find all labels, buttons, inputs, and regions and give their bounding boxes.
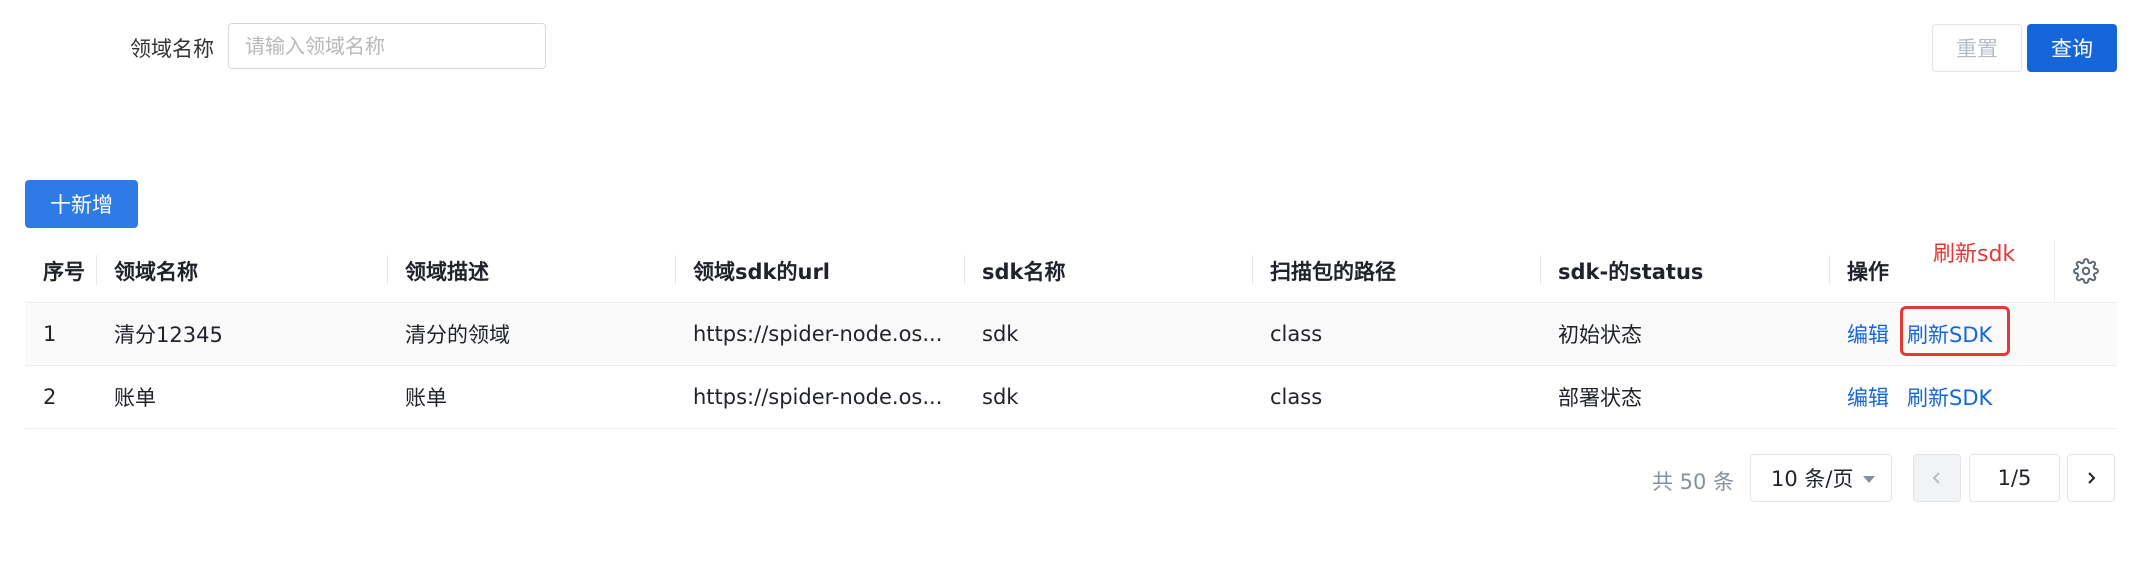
cell-name: 清分12345 [114,323,223,347]
header-divider [2054,240,2055,302]
chevron-right-icon [2088,472,2096,484]
refresh-sdk-link[interactable]: 刷新SDK [1907,366,1992,428]
cell-url: https://spider-node.os... [693,322,943,346]
cell-sdk: sdk [982,322,1019,346]
annotation-highlight-box [1900,306,2010,356]
domain-name-search-input[interactable] [228,23,546,69]
query-button[interactable]: 查询 [2027,24,2117,72]
cell-path: class [1270,385,1323,409]
cell-desc: 账单 [405,386,447,410]
chevron-left-icon [1932,472,1940,484]
page-size-select[interactable]: 10 条/页 [1750,454,1892,502]
cell-index: 1 [43,322,57,346]
reset-button[interactable]: 重置 [1932,24,2022,72]
cell-name: 账单 [114,386,156,410]
header-divider [96,255,97,285]
cell-status: 部署状态 [1558,386,1642,410]
header-divider [387,255,388,285]
table-row: 1 清分12345 清分的领域 https://spider-node.os..… [25,302,2117,365]
gear-icon[interactable] [2073,258,2099,284]
filter-label: 领域名称 [130,37,214,61]
header-status: sdk-的status [1558,260,1704,284]
header-path: 扫描包的路径 [1270,260,1396,284]
current-page[interactable]: 1/5 [1969,454,2060,502]
cell-path: class [1270,322,1323,346]
header-divider [1540,255,1541,285]
table-row: 2 账单 账单 https://spider-node.os... sdk cl… [25,365,2117,429]
header-url: 领域sdk的url [693,260,831,284]
header-divider [1252,255,1253,285]
add-button[interactable]: 十新增 [25,180,138,228]
cell-status: 初始状态 [1558,323,1642,347]
next-page-button[interactable] [2067,454,2115,502]
header-desc: 领域描述 [405,260,489,284]
table-header: 序号 领域名称 领域描述 领域sdk的url sdk名称 扫描包的路径 sdk-… [25,240,2117,302]
prev-page-button[interactable] [1913,454,1961,502]
domain-table: 序号 领域名称 领域描述 领域sdk的url sdk名称 扫描包的路径 sdk-… [25,240,2117,429]
edit-link[interactable]: 编辑 [1847,303,1889,365]
cell-sdk: sdk [982,385,1019,409]
total-count: 共 50 条 [1652,470,1735,494]
cell-index: 2 [43,385,57,409]
page: 领域名称 重置 查询 十新增 刷新sdk 序号 领域名称 领域描述 领域sdk的… [0,0,2136,566]
caret-down-icon [1863,476,1875,483]
cell-desc: 清分的领域 [405,323,510,347]
header-divider [1829,255,1830,285]
header-sdk: sdk名称 [982,260,1066,284]
header-divider [675,255,676,285]
edit-link[interactable]: 编辑 [1847,366,1889,428]
cell-url: https://spider-node.os... [693,385,943,409]
page-size-label: 10 条/页 [1771,467,1854,491]
header-divider [964,255,965,285]
header-name: 领域名称 [114,260,198,284]
header-index: 序号 [43,260,85,284]
header-ops: 操作 [1847,260,1889,284]
